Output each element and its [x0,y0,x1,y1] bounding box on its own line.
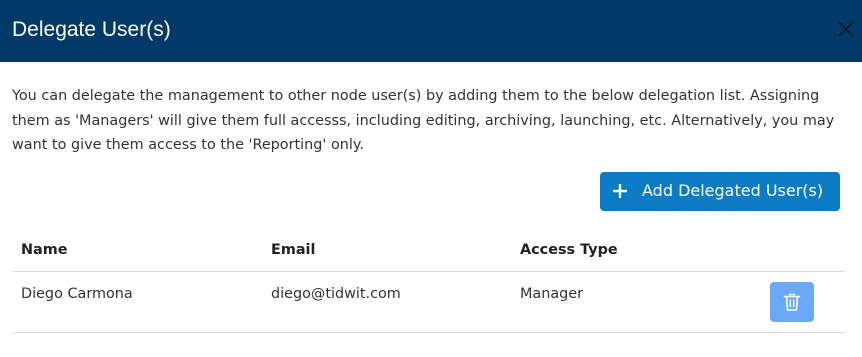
dialog-description: You can delegate the management to other… [12,88,835,153]
cell-name: Diego Carmona [21,286,133,302]
cell-access-type: Manager [520,286,584,302]
close-icon [838,21,854,37]
column-header-name: Name [21,242,68,258]
table-header: Name Email Access Type [12,230,845,272]
table-row: Diego Carmona diego@tidwit.com Manager [12,272,845,333]
column-header-access-type: Access Type [520,242,618,258]
add-delegated-user-label: Add Delegated User(s) [642,181,824,200]
delete-user-button[interactable] [770,282,814,322]
delegation-table: Name Email Access Type Diego Carmona die… [12,230,845,333]
add-delegated-user-button[interactable]: Add Delegated User(s) [600,172,840,211]
close-button[interactable] [836,19,856,39]
plus-icon [613,184,627,198]
delegate-users-dialog: Delegate User(s) You can delegate the ma… [0,0,862,357]
dialog-header: Delegate User(s) [0,0,862,62]
dialog-title: Delegate User(s) [12,18,171,41]
column-header-email: Email [271,242,316,258]
cell-email: diego@tidwit.com [271,286,401,302]
trash-icon [783,293,801,311]
